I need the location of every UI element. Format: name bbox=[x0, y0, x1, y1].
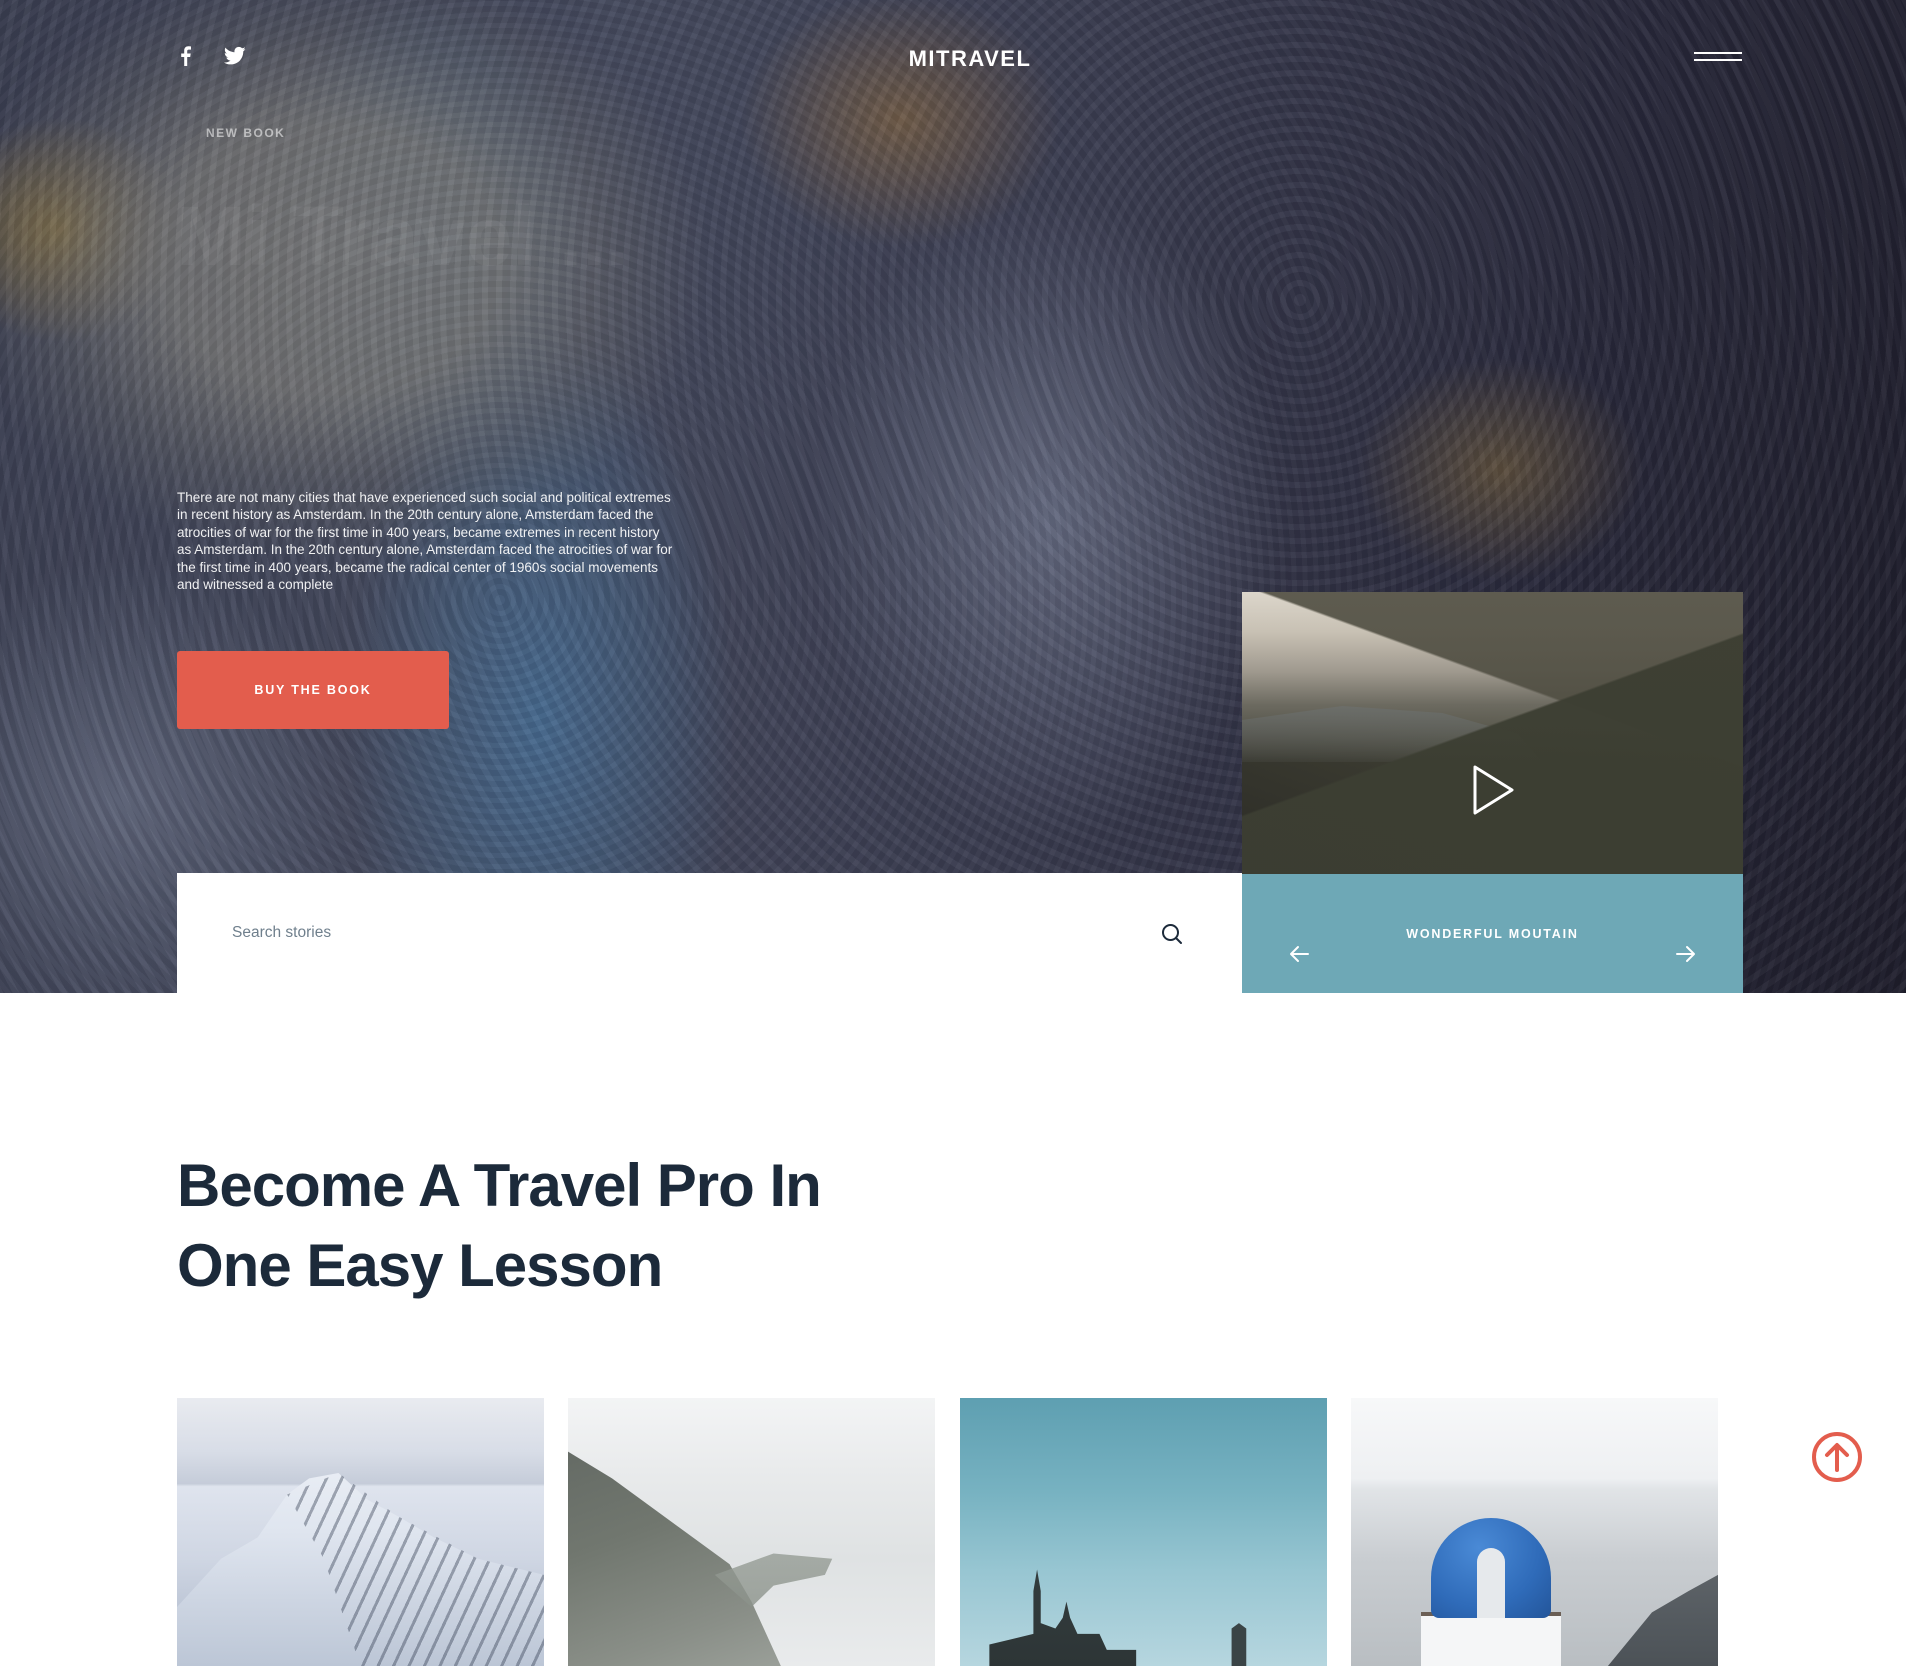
buy-the-book-button[interactable]: BUY THE BOOK bbox=[177, 651, 449, 729]
slider-title: WONDERFUL MOUTAIN bbox=[1406, 927, 1579, 941]
hero-eyebrow: NEW BOOK bbox=[206, 126, 286, 140]
hamburger-menu-icon[interactable] bbox=[1694, 52, 1742, 64]
hero-description: There are not many cities that have expe… bbox=[177, 490, 673, 593]
play-icon[interactable] bbox=[1472, 764, 1516, 816]
hero-section: MITRAVEL NEW BOOK Mi Travel ... There ar… bbox=[0, 0, 1906, 993]
menu-line bbox=[1694, 52, 1742, 54]
search-input[interactable] bbox=[232, 911, 1112, 955]
card-image-church-base bbox=[1421, 1612, 1561, 1666]
site-logo[interactable]: MITRAVEL bbox=[0, 46, 1906, 72]
menu-line bbox=[1694, 59, 1742, 61]
search-icon[interactable] bbox=[1160, 922, 1184, 946]
story-card-snowy-mountain[interactable] bbox=[177, 1398, 544, 1666]
card-image-cliff bbox=[568, 1451, 781, 1666]
card-image-dome-arch bbox=[1477, 1548, 1505, 1618]
story-card-fjord[interactable] bbox=[568, 1398, 935, 1666]
story-cards bbox=[177, 1398, 1742, 1666]
search-bar bbox=[177, 873, 1242, 993]
video-thumbnail[interactable] bbox=[1242, 592, 1743, 874]
story-card-castle[interactable] bbox=[960, 1398, 1327, 1666]
section-heading: Become A Travel Pro In One Easy Lesson bbox=[177, 1152, 822, 1299]
video-ridge bbox=[1242, 592, 1743, 874]
card-image-castle bbox=[989, 1569, 1137, 1666]
arrow-up-circle-icon[interactable] bbox=[1810, 1430, 1864, 1484]
card-image-tower bbox=[1231, 1623, 1247, 1666]
hero-title: Mi Travel ... bbox=[176, 189, 629, 283]
story-card-blue-dome[interactable] bbox=[1351, 1398, 1718, 1666]
slider-caption: WONDERFUL MOUTAIN bbox=[1242, 874, 1743, 993]
arrow-left-icon[interactable] bbox=[1289, 945, 1309, 963]
arrow-right-icon[interactable] bbox=[1676, 945, 1696, 963]
